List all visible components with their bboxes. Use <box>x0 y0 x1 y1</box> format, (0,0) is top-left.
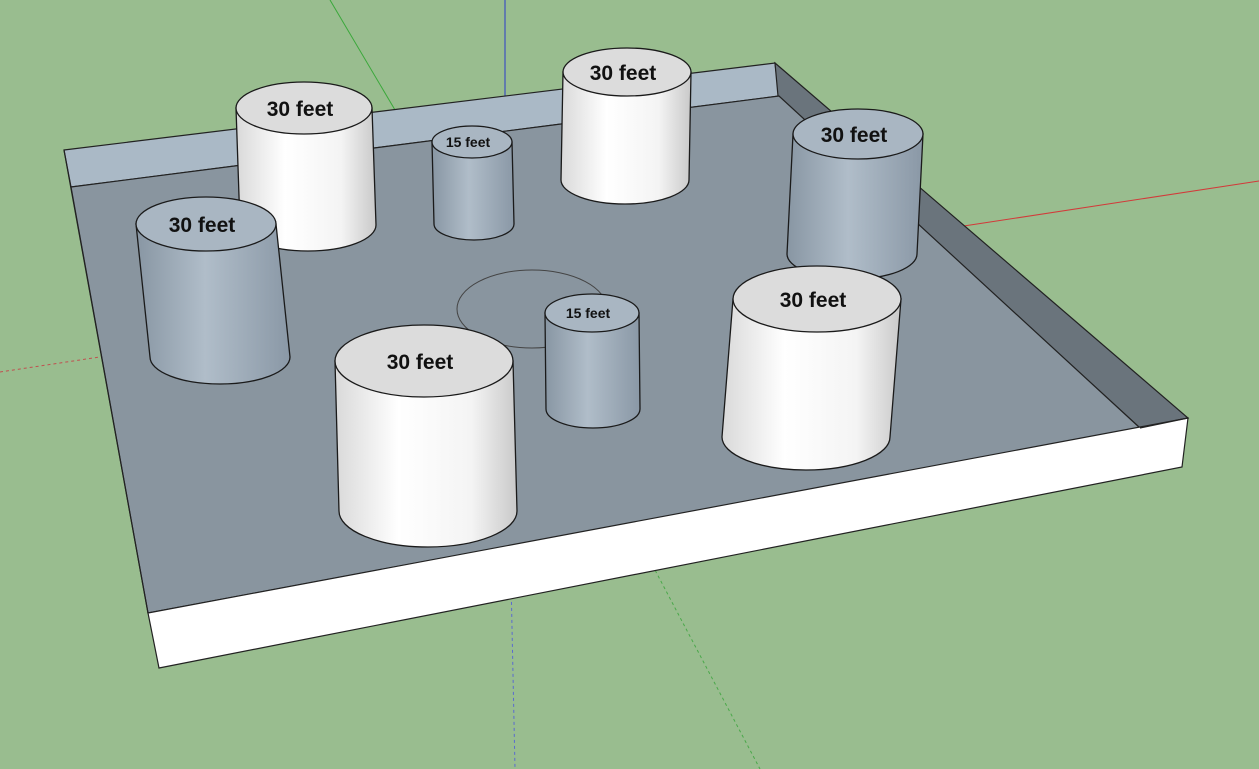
pillar-4[interactable]: 30 feet <box>786 108 924 280</box>
pillar-height-label: 15 feet <box>566 305 611 321</box>
pillar-3[interactable]: 30 feet <box>560 47 692 205</box>
pillar-height-label: 30 feet <box>169 214 236 237</box>
pillar-8[interactable]: 30 feet <box>334 324 518 548</box>
pillar-5[interactable]: 30 feet <box>135 196 291 385</box>
pillar-height-label: 15 feet <box>446 134 491 150</box>
pillar-height-label: 30 feet <box>780 289 847 312</box>
model-viewport[interactable]: 30 feet 15 feet 30 feet 30 feet 30 feet 15 fe… <box>0 0 1259 769</box>
pillar-height-label: 30 feet <box>821 124 888 147</box>
pillar-height-label: 30 feet <box>387 351 454 374</box>
pillar-6[interactable]: 15 feet <box>544 293 641 429</box>
pillar-height-label: 30 feet <box>267 98 334 121</box>
pillar-2[interactable]: 15 feet <box>431 125 515 241</box>
pillar-height-label: 30 feet <box>590 62 657 85</box>
pillar-7[interactable]: 30 feet <box>721 265 902 471</box>
